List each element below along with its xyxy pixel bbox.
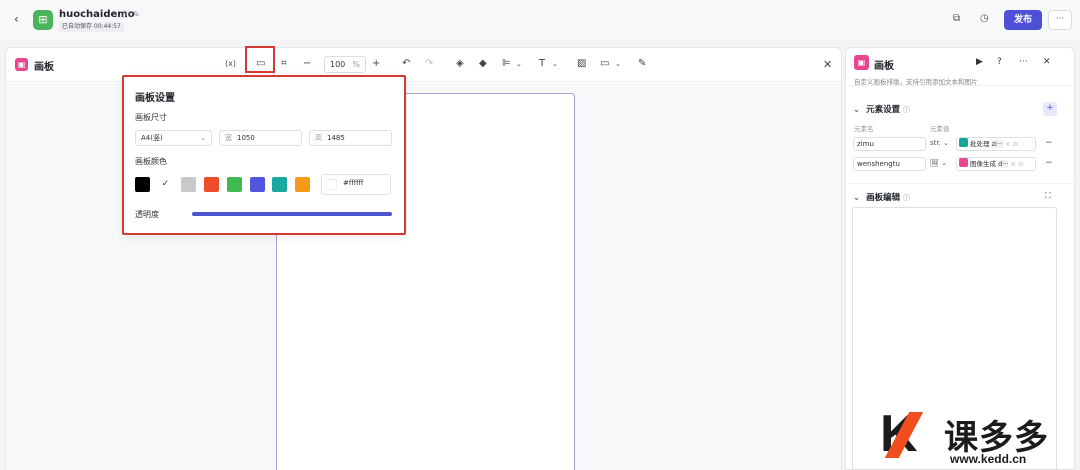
element-type-select[interactable]: 🖼 ⌄ (930, 159, 947, 167)
width-value: 1050 (237, 134, 255, 142)
element-name-input[interactable]: zimu (853, 137, 926, 151)
app-logo-icon: ⊞ (33, 10, 53, 30)
value-ref: zi··· (991, 140, 1003, 148)
color-swatch[interactable] (295, 177, 310, 192)
help-icon[interactable]: ? (997, 57, 1002, 67)
popup-title: 画板设置 (135, 93, 175, 104)
app-info-edit-icons[interactable]: ⓘ✎ (122, 9, 143, 20)
zoom-value: 100 (330, 60, 346, 69)
edit-section-title[interactable]: ⌄ 画板编辑 ⓘ (853, 191, 910, 203)
expand-icon[interactable]: ⛶ (1045, 191, 1051, 201)
size-preset-value: A4(竖) (141, 134, 163, 142)
panel-description: 自定义画板排版，支持引用添加文本和图片 (854, 78, 978, 86)
remove-element-icon[interactable]: − (1045, 138, 1053, 148)
copy-icon[interactable]: ⧉ (953, 13, 960, 24)
panel-title: 画板 (874, 61, 894, 72)
value-source: 图像生成 (970, 160, 999, 168)
opacity-slider[interactable] (192, 212, 392, 216)
width-prefix: 宽 (225, 134, 232, 142)
elements-section-title[interactable]: ⌄ 元素设置 ⓘ (853, 103, 910, 115)
info-icon: ⓘ (903, 106, 911, 114)
watermark-url: www.kedd.cn (950, 452, 1027, 466)
color-swatch[interactable] (272, 177, 287, 192)
panel-header: ▣ 画板 ▶ ? ··· ✕ 自定义画板排版，支持引用添加文本和图片 (846, 48, 1074, 86)
undo-icon[interactable]: ↶ (402, 58, 410, 70)
highlight-frame (245, 46, 275, 73)
more-button[interactable]: ··· (1048, 10, 1072, 30)
image-tool-icon[interactable]: ▨ (577, 58, 586, 70)
opacity-slider-fill (192, 212, 392, 216)
element-type-select[interactable]: str. ⌄ (930, 139, 949, 147)
hex-color-input[interactable]: #ffffff (321, 174, 391, 195)
top-bar: ‹ ⊞ huochaidemo ⓘ✎ 已自动保存 00:44:57 ⧉ ◷ 发布… (0, 0, 1080, 40)
align-chevron-down-icon[interactable]: ⌄ (516, 58, 522, 70)
shape-chevron-down-icon[interactable]: ⌄ (615, 58, 621, 70)
formula-button[interactable]: (x) (225, 58, 236, 70)
width-input[interactable]: 宽 1050 (219, 130, 302, 146)
color-swatch[interactable]: ✓ (158, 177, 173, 192)
height-prefix: 高 (315, 134, 322, 142)
redo-icon[interactable]: ↷ (425, 58, 433, 70)
element-value-header: 元素值 (930, 125, 950, 133)
element-value-ref[interactable]: 批处理 zi··· × ⊙ (956, 137, 1036, 151)
run-icon[interactable]: ▶ (976, 57, 983, 67)
canvas-color-label: 画板颜色 (135, 157, 167, 166)
zoom-out-icon[interactable]: − (303, 58, 311, 70)
panel-close-icon[interactable]: ✕ (1043, 57, 1051, 67)
element-value-ref[interactable]: 图像生成 d··· × ⊙ (956, 157, 1036, 171)
zoom-input[interactable]: 100 % (324, 56, 366, 73)
value-source: 批处理 (970, 140, 992, 148)
pen-tool-icon[interactable]: ✎ (638, 58, 646, 70)
fit-screen-icon[interactable]: ⌗ (281, 58, 287, 70)
add-element-button[interactable]: + (1043, 102, 1057, 116)
clear-ref-icon[interactable]: × ⊙ (1008, 160, 1023, 168)
editor-close-icon[interactable]: ✕ (823, 58, 832, 71)
info-icon: ⓘ (903, 194, 911, 202)
size-preset-select[interactable]: A4(竖) ⌄ (135, 130, 212, 146)
hex-color-chip (326, 179, 337, 190)
text-tool-icon[interactable]: T (539, 58, 545, 70)
node-chip-icon (959, 158, 968, 167)
color-swatch[interactable] (250, 177, 265, 192)
hex-color-value: #ffffff (343, 179, 364, 187)
align-icon[interactable]: ⊫ (502, 58, 511, 70)
element-name-input[interactable]: wenshengtu (853, 157, 926, 171)
zoom-unit: % (352, 60, 360, 69)
height-input[interactable]: 高 1485 (309, 130, 392, 146)
zoom-in-icon[interactable]: + (372, 58, 380, 70)
more-icon[interactable]: ··· (1019, 57, 1028, 67)
history-icon[interactable]: ◷ (980, 13, 989, 24)
color-swatch[interactable] (227, 177, 242, 192)
layers-stack-icon[interactable]: ◆ (479, 58, 487, 70)
canvas-size-label: 画板尺寸 (135, 113, 167, 122)
text-chevron-down-icon[interactable]: ⌄ (552, 58, 558, 70)
editor-title: 画板 (34, 62, 54, 73)
publish-button[interactable]: 发布 (1004, 10, 1042, 30)
back-arrow-icon[interactable]: ‹ (14, 12, 19, 26)
chevron-down-icon: ⌄ (853, 105, 861, 115)
section-divider (845, 183, 1075, 184)
clear-ref-icon[interactable]: × ⊙ (1003, 140, 1018, 148)
color-swatch[interactable] (181, 177, 196, 192)
autosave-status: 已自动保存 00:44:57 (59, 22, 124, 32)
watermark-logo: K 课多多 www.kedd.cn (880, 408, 1080, 470)
chevron-down-icon: ⌄ (853, 193, 861, 203)
canvas-node-icon: ▣ (15, 58, 28, 71)
canvas-node-icon: ▣ (854, 55, 869, 70)
layer-icon[interactable]: ◈ (456, 58, 464, 70)
node-chip-icon (959, 138, 968, 147)
color-swatch[interactable] (135, 177, 150, 192)
value-ref: d··· (998, 160, 1009, 168)
element-name-header: 元素名 (854, 125, 874, 133)
opacity-label: 透明度 (135, 210, 159, 219)
chevron-down-icon: ⌄ (200, 134, 206, 142)
remove-element-icon[interactable]: − (1045, 158, 1053, 168)
color-swatch[interactable] (204, 177, 219, 192)
canvas-settings-popup: 画板设置 画板尺寸 A4(竖) ⌄ 宽 1050 高 1485 画板颜色 ✓ #ff… (122, 75, 406, 235)
shape-tool-icon[interactable]: ▭ (600, 58, 609, 70)
height-value: 1485 (327, 134, 345, 142)
